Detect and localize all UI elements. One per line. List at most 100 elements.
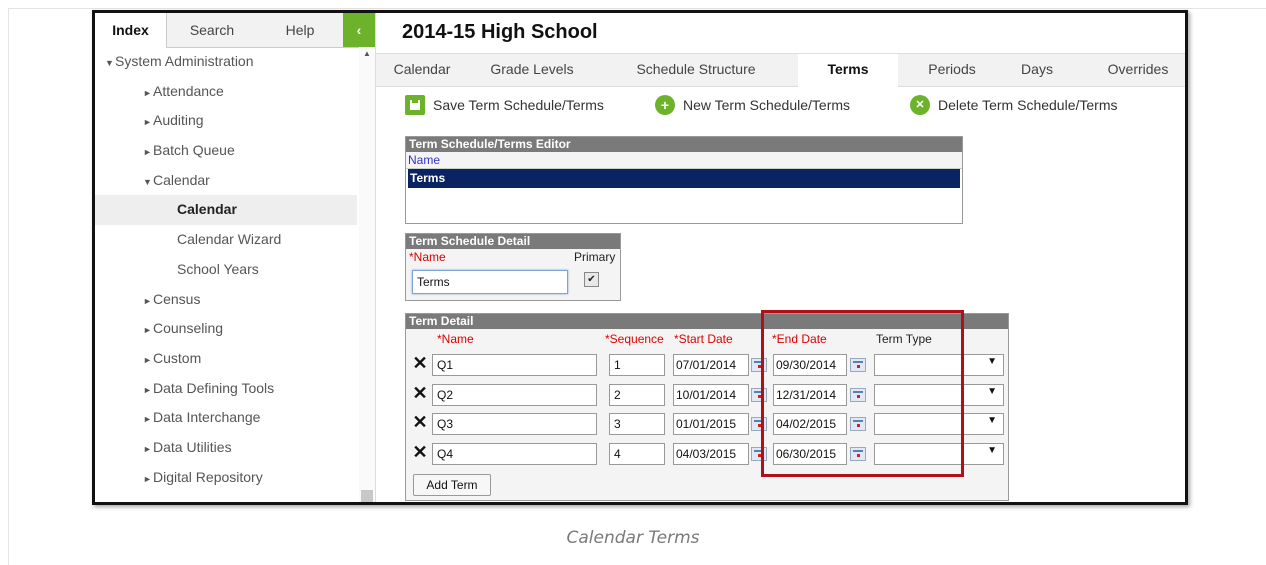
delete-button-label: Delete Term Schedule/Terms (938, 97, 1118, 113)
sidebar-item[interactable]: ►Attendance (95, 77, 357, 107)
sidebar-item-label: Auditing (153, 112, 204, 129)
term-name-input[interactable]: Q1 (432, 354, 597, 376)
term-start-date-input[interactable]: 07/01/2014 (673, 354, 749, 376)
term-name-input[interactable]: Q2 (432, 383, 597, 406)
collapse-sidebar-icon[interactable]: ‹ (343, 13, 375, 47)
primary-checkbox[interactable]: ✔ (584, 272, 599, 287)
collapsed-arrow-icon: ► (143, 295, 152, 306)
new-button[interactable]: + New Term Schedule/Terms (655, 93, 850, 117)
sidebar-item-label: Data Interchange (153, 409, 261, 426)
term-start-date-input[interactable]: 10/01/2014 (673, 383, 749, 406)
scroll-thumb[interactable] (361, 490, 373, 502)
tab-overrides[interactable]: Overrides (1090, 54, 1185, 86)
sidebar-item[interactable]: ▼Calendar (95, 166, 357, 196)
header-sequence: *Sequence (605, 332, 664, 346)
term-sequence-input[interactable]: 4 (609, 442, 665, 465)
delete-term-icon[interactable]: ✕ (412, 353, 428, 374)
tab-calendar[interactable]: Calendar (384, 54, 460, 86)
tab-help[interactable]: Help (257, 13, 343, 47)
date-highlight-box (761, 310, 964, 477)
delete-button[interactable]: ✕ Delete Term Schedule/Terms (910, 93, 1117, 117)
editor-column-name[interactable]: Name (406, 152, 962, 169)
sidebar-item-label: Custom (153, 349, 202, 366)
sidebar-item-label: Data Defining Tools (153, 379, 275, 396)
term-start-date-input[interactable]: 01/01/2015 (673, 413, 749, 435)
sidebar-item[interactable]: Calendar (95, 195, 357, 226)
sidebar-item[interactable]: ►Data Interchange (95, 403, 357, 433)
sidebar-item-label: System Administration (115, 53, 254, 69)
header-start-date: *Start Date (674, 332, 733, 346)
sidebar-item[interactable]: ▼System Administration (95, 47, 357, 77)
sidebar-item[interactable]: ►Custom (95, 344, 357, 374)
schedule-name-input[interactable]: Terms (412, 270, 568, 294)
tab-index[interactable]: Index (95, 13, 167, 48)
figure-caption: Calendar Terms (566, 528, 700, 548)
sidebar-item-label: Digital Repository (153, 468, 263, 485)
sidebar-item-label: Attendance (153, 82, 224, 99)
add-term-button[interactable]: Add Term (413, 474, 491, 496)
sidebar: Index Search Help ‹ ▼System Administrati… (95, 13, 376, 502)
tab-days[interactable]: Days (1004, 54, 1070, 86)
sidebar-item[interactable]: Calendar Wizard (95, 225, 357, 255)
term-start-date-input[interactable]: 04/03/2015 (673, 442, 749, 465)
delete-term-icon[interactable]: ✕ (412, 412, 428, 433)
term-sequence-input[interactable]: 1 (609, 354, 665, 376)
sidebar-item-label: School Years (177, 260, 259, 277)
sidebar-item-label: Calendar Wizard (177, 231, 282, 248)
collapsed-arrow-icon: ► (143, 414, 152, 425)
name-label: *Name (409, 250, 446, 264)
app-screenshot: Index Search Help ‹ ▼System Administrati… (92, 10, 1188, 505)
expanded-arrow-icon: ▼ (105, 58, 114, 68)
tab-terms[interactable]: Terms (798, 54, 898, 87)
detail-title: Term Schedule Detail (406, 234, 620, 249)
sidebar-item-label: Data Utilities (153, 438, 232, 455)
collapsed-arrow-icon: ► (143, 384, 152, 395)
sidebar-item[interactable]: ►Auditing (95, 106, 357, 136)
sidebar-item[interactable]: ►Digital Repository (95, 463, 357, 493)
new-button-label: New Term Schedule/Terms (683, 97, 851, 113)
sidebar-scrollbar[interactable]: ▲ (359, 47, 375, 502)
sidebar-item[interactable]: ►Batch Queue (95, 136, 357, 166)
expanded-arrow-icon: ▼ (143, 176, 152, 187)
sidebar-item[interactable]: School Years (95, 255, 357, 285)
term-schedule-editor: Term Schedule/Terms Editor Name Terms (405, 136, 963, 224)
save-button[interactable]: Save Term Schedule/Terms (405, 93, 604, 117)
page-title: 2014-15 High School (402, 21, 598, 43)
sidebar-item-label: Counseling (153, 320, 224, 337)
collapsed-arrow-icon: ► (143, 117, 152, 128)
scroll-up-icon[interactable]: ▲ (359, 47, 375, 61)
save-icon (405, 95, 425, 116)
editor-title: Term Schedule/Terms Editor (406, 137, 962, 152)
collapsed-arrow-icon: ► (143, 325, 152, 336)
nav-tree: ▼System Administration ►Attendance ►Auditi… (95, 47, 357, 502)
tab-periods[interactable]: Periods (912, 54, 992, 86)
sidebar-item[interactable]: ►Counseling (95, 314, 357, 344)
term-sequence-input[interactable]: 2 (609, 383, 665, 406)
collapsed-arrow-icon: ► (143, 354, 152, 365)
sidebar-item[interactable]: ►Census (95, 285, 357, 315)
chevron-down-icon: ▼ (987, 356, 997, 367)
sidebar-item-label: Batch Queue (153, 142, 235, 159)
term-name-input[interactable]: Q3 (432, 413, 597, 435)
plus-icon: + (655, 95, 675, 116)
sidebar-item-label: Calendar (153, 171, 210, 188)
sidebar-item-label: Calendar (177, 201, 237, 218)
calendar-subtabs: Calendar Grade Levels Schedule Structure… (376, 53, 1185, 87)
editor-row-terms[interactable]: Terms (408, 169, 960, 188)
term-schedule-detail: Term Schedule Detail *Name Primary Terms… (405, 233, 621, 301)
sidebar-item[interactable]: ►Data Defining Tools (95, 374, 357, 404)
tab-search[interactable]: Search (167, 13, 257, 47)
primary-label: Primary (574, 250, 616, 264)
sidebar-item[interactable]: ►Data Utilities (95, 433, 357, 463)
term-name-input[interactable]: Q4 (432, 442, 597, 465)
tab-schedule-structure[interactable]: Schedule Structure (608, 54, 784, 86)
delete-term-icon[interactable]: ✕ (412, 442, 428, 463)
save-button-label: Save Term Schedule/Terms (433, 97, 604, 113)
sidebar-tabs: Index Search Help ‹ (95, 13, 375, 48)
tab-grade-levels[interactable]: Grade Levels (472, 54, 592, 86)
delete-term-icon[interactable]: ✕ (412, 383, 428, 404)
collapsed-arrow-icon: ► (143, 473, 152, 484)
chevron-down-icon: ▼ (987, 415, 997, 426)
collapsed-arrow-icon: ► (143, 147, 152, 158)
term-sequence-input[interactable]: 3 (609, 413, 665, 435)
